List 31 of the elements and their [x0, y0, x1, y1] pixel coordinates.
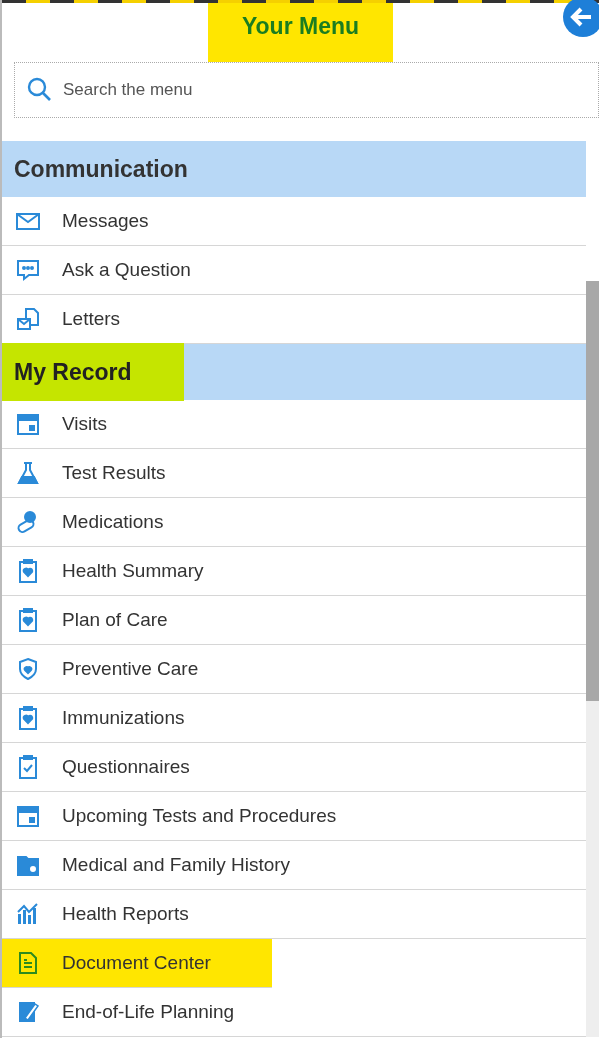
folder-icon	[16, 853, 40, 877]
menu-item[interactable]: Questionnaires	[2, 743, 586, 792]
scrollbar-thumb[interactable]	[586, 281, 599, 701]
letter-icon	[16, 307, 40, 331]
search-icon	[26, 76, 52, 102]
flask-icon	[16, 461, 40, 485]
menu-item[interactable]: Ask a Question	[2, 246, 586, 295]
menu-item[interactable]: Visits	[2, 400, 586, 449]
menu-item[interactable]: Messages	[2, 197, 586, 246]
back-arrow-icon[interactable]	[563, 0, 599, 37]
clipboard-check-icon	[16, 755, 40, 779]
search-field[interactable]: Search the menu	[14, 62, 599, 118]
pen-icon	[16, 1000, 40, 1024]
section-title: My Record	[2, 343, 184, 401]
menu-item[interactable]: Medical and Family History	[2, 841, 586, 890]
section-title: Communication	[13, 154, 189, 184]
chart-icon	[16, 902, 40, 926]
menu-item[interactable]: Health Summary	[2, 547, 586, 596]
menu-item[interactable]: Test Results	[2, 449, 586, 498]
menu-item[interactable]: Medications	[2, 498, 586, 547]
chat-icon	[16, 258, 40, 282]
shield-icon	[16, 657, 40, 681]
menu-item[interactable]: Document Center	[2, 939, 272, 988]
menu-item[interactable]: Upcoming Tests and Procedures	[2, 792, 586, 841]
menu-title: Your Menu	[207, 3, 394, 62]
scrollbar[interactable]	[586, 281, 599, 1037]
menu-item[interactable]: Preventive Care	[2, 645, 586, 694]
menu-item[interactable]: End-of-Life Planning	[2, 988, 586, 1037]
menu-item[interactable]: Immunizations	[2, 694, 586, 743]
document-icon	[16, 951, 40, 975]
menu-item[interactable]: Plan of Care	[2, 596, 586, 645]
